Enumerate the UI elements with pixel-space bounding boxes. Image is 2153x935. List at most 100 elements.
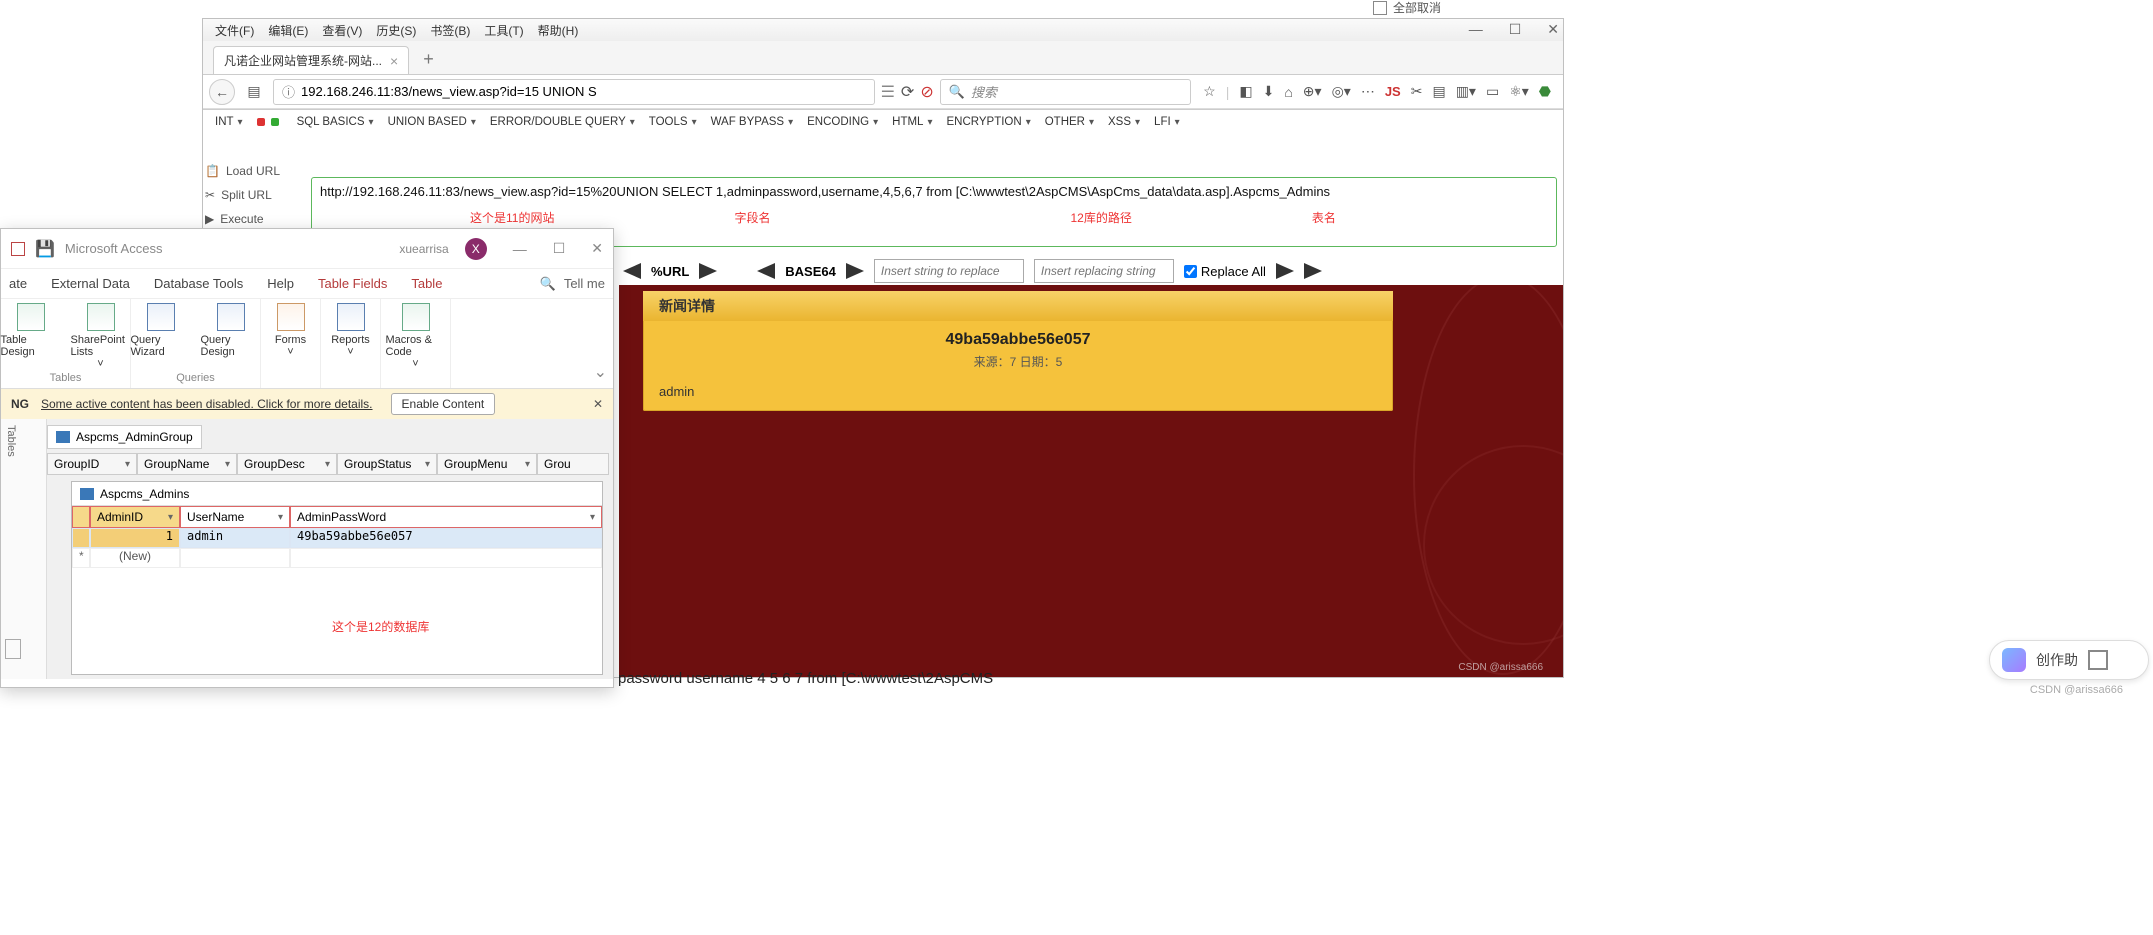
block-icon[interactable]: ⊘ xyxy=(920,82,933,102)
split-url-button[interactable]: ✂ Split URL xyxy=(205,183,305,207)
hb-encryption[interactable]: ENCRYPTION▾ xyxy=(940,116,1036,128)
stack-icon[interactable]: ▤ xyxy=(1432,83,1445,100)
hb-lfi[interactable]: LFI▾ xyxy=(1148,116,1186,128)
col-groupid[interactable]: GroupID▾ xyxy=(47,453,137,475)
url-enc-label[interactable]: %URL xyxy=(651,264,689,279)
table-design-button[interactable]: Table Design xyxy=(1,303,61,370)
minimize-button[interactable]: — xyxy=(513,241,527,257)
user-avatar[interactable]: X xyxy=(465,238,487,260)
replace-all-checkbox[interactable]: Replace All xyxy=(1184,264,1266,279)
warning-text[interactable]: Some active content has been disabled. C… xyxy=(41,397,373,411)
object-tab-admins[interactable]: Aspcms_Admins xyxy=(72,482,602,506)
shield-icon[interactable]: ⬣ xyxy=(1539,83,1551,100)
pocket-icon[interactable]: ◧ xyxy=(1239,83,1252,100)
cell-username[interactable]: admin xyxy=(180,528,290,548)
menu-edit[interactable]: 编辑(E) xyxy=(262,22,314,39)
col-groupname[interactable]: GroupName▾ xyxy=(137,453,237,475)
address-bar[interactable]: ⓘ 192.168.246.11:83/news_view.asp?id=15 … xyxy=(273,79,875,105)
back-button[interactable]: ← xyxy=(209,79,235,105)
query-wizard-button[interactable]: Query Wizard xyxy=(131,303,191,358)
col-adminpassword[interactable]: AdminPassWord▾ xyxy=(290,506,602,528)
col-username[interactable]: UserName▾ xyxy=(180,506,290,528)
replace-to-input[interactable] xyxy=(1034,259,1174,283)
scissors-icon[interactable]: ✂ xyxy=(1411,83,1423,100)
downloads-icon[interactable]: ⬇ xyxy=(1263,83,1275,100)
ribbon-tab-create[interactable]: ate xyxy=(9,276,27,291)
hb-encoding[interactable]: ENCODING▾ xyxy=(801,116,884,128)
col-groupstatus[interactable]: GroupStatus▾ xyxy=(337,453,437,475)
cancel-all-label[interactable]: 全部取消 xyxy=(1393,0,1441,16)
new-tab-button[interactable]: + xyxy=(423,49,434,74)
assistant-float-button[interactable]: 创作助 xyxy=(1989,640,2149,680)
home-icon[interactable]: ⌂ xyxy=(1284,84,1292,100)
js-icon[interactable]: JS xyxy=(1385,84,1401,99)
ribbon-tab-external[interactable]: External Data xyxy=(51,276,130,291)
arrow-icon[interactable] xyxy=(1304,263,1322,279)
reload-button[interactable]: ⟳ xyxy=(901,82,914,102)
warning-badge: NG xyxy=(11,397,29,411)
maximize-button[interactable]: ☐ xyxy=(1509,21,1522,38)
reader-icon[interactable]: ☰ xyxy=(881,82,895,102)
hb-union[interactable]: UNION BASED▾ xyxy=(382,116,482,128)
menu-bookmarks[interactable]: 书签(B) xyxy=(424,22,476,39)
browser-tab[interactable]: 凡诺企业网站管理系统-网站... × xyxy=(213,46,409,74)
close-button[interactable]: ✕ xyxy=(1547,21,1559,38)
menu-view[interactable]: 查看(V) xyxy=(316,22,368,39)
arrow-icon[interactable] xyxy=(1276,263,1294,279)
hb-waf[interactable]: WAF BYPASS▾ xyxy=(705,116,800,128)
ribbon-tab-dbtools[interactable]: Database Tools xyxy=(154,276,243,291)
macros-button[interactable]: Macros & Code ˅ xyxy=(386,303,446,370)
close-button[interactable]: ✕ xyxy=(591,240,603,257)
hb-html[interactable]: HTML▾ xyxy=(886,116,938,128)
table-row[interactable]: 1 admin 49ba59abbe56e057 xyxy=(72,528,602,548)
new-row[interactable]: * (New) xyxy=(72,548,602,568)
hackbar-int[interactable]: INT▾ xyxy=(209,116,249,128)
cell-adminid[interactable]: 1 xyxy=(90,528,180,548)
maximize-button[interactable]: ☐ xyxy=(553,240,566,257)
more-icon[interactable]: ⋯ xyxy=(1361,83,1375,100)
target-icon[interactable]: ◎▾ xyxy=(1332,83,1351,100)
replace-from-input[interactable] xyxy=(874,259,1024,283)
save-icon[interactable]: 💾 xyxy=(35,239,55,259)
object-tab-admingroup[interactable]: Aspcms_AdminGroup xyxy=(47,425,202,449)
load-url-button[interactable]: 📋 Load URL xyxy=(205,159,305,183)
ribbon-collapse-icon[interactable]: ⌄ xyxy=(594,362,607,382)
row-selector-header[interactable] xyxy=(72,506,90,528)
base64-label[interactable]: BASE64 xyxy=(785,264,836,279)
col-adminid[interactable]: AdminID▾ xyxy=(90,506,180,528)
list-icon[interactable]: ▥▾ xyxy=(1456,83,1476,100)
net-icon[interactable]: ⊕▾ xyxy=(1303,83,1322,100)
warning-close-icon[interactable]: ✕ xyxy=(593,397,603,411)
hb-xss[interactable]: XSS▾ xyxy=(1102,116,1146,128)
nav-pane-collapsed[interactable]: Tables xyxy=(1,419,47,679)
hb-error[interactable]: ERROR/DOUBLE QUERY▾ xyxy=(484,116,641,128)
windows-icon[interactable]: ▭ xyxy=(1486,83,1499,100)
minimize-button[interactable]: — xyxy=(1469,21,1483,38)
hb-tools[interactable]: TOOLS▾ xyxy=(643,116,703,128)
menu-tools[interactable]: 工具(T) xyxy=(478,22,529,39)
reports-button[interactable]: Reports ˅ xyxy=(321,303,381,358)
hb-sql-basics[interactable]: SQL BASICS▾ xyxy=(291,116,380,128)
enable-content-button[interactable]: Enable Content xyxy=(391,393,496,415)
menu-file[interactable]: 文件(F) xyxy=(209,22,260,39)
menu-help[interactable]: 帮助(H) xyxy=(532,22,585,39)
identity-icon[interactable]: ▤ xyxy=(241,79,267,105)
ribbon-tab-table[interactable]: Table xyxy=(411,276,442,291)
hb-other[interactable]: OTHER▾ xyxy=(1039,116,1100,128)
ribbon-tab-tablefields[interactable]: Table Fields xyxy=(318,276,387,291)
col-extra[interactable]: Grou xyxy=(537,453,609,475)
col-groupdesc[interactable]: GroupDesc▾ xyxy=(237,453,337,475)
search-box[interactable]: 🔍 搜索 xyxy=(940,79,1191,105)
bookmark-icon[interactable]: ☆ xyxy=(1203,83,1216,100)
menu-history[interactable]: 历史(S) xyxy=(370,22,422,39)
ribbon-tab-help[interactable]: Help xyxy=(267,276,294,291)
sharepoint-lists-button[interactable]: SharePoint Lists ˅ xyxy=(71,303,131,370)
atom-icon[interactable]: ⚛▾ xyxy=(1509,83,1529,100)
tell-me[interactable]: 🔍 Tell me xyxy=(540,276,605,292)
cell-password[interactable]: 49ba59abbe56e057 xyxy=(290,528,602,548)
query-design-button[interactable]: Query Design xyxy=(201,303,261,358)
col-groupmenu[interactable]: GroupMenu▾ xyxy=(437,453,537,475)
forms-button[interactable]: Forms ˅ xyxy=(261,303,321,358)
row-selector[interactable] xyxy=(72,528,90,548)
tab-close-icon[interactable]: × xyxy=(390,53,398,69)
